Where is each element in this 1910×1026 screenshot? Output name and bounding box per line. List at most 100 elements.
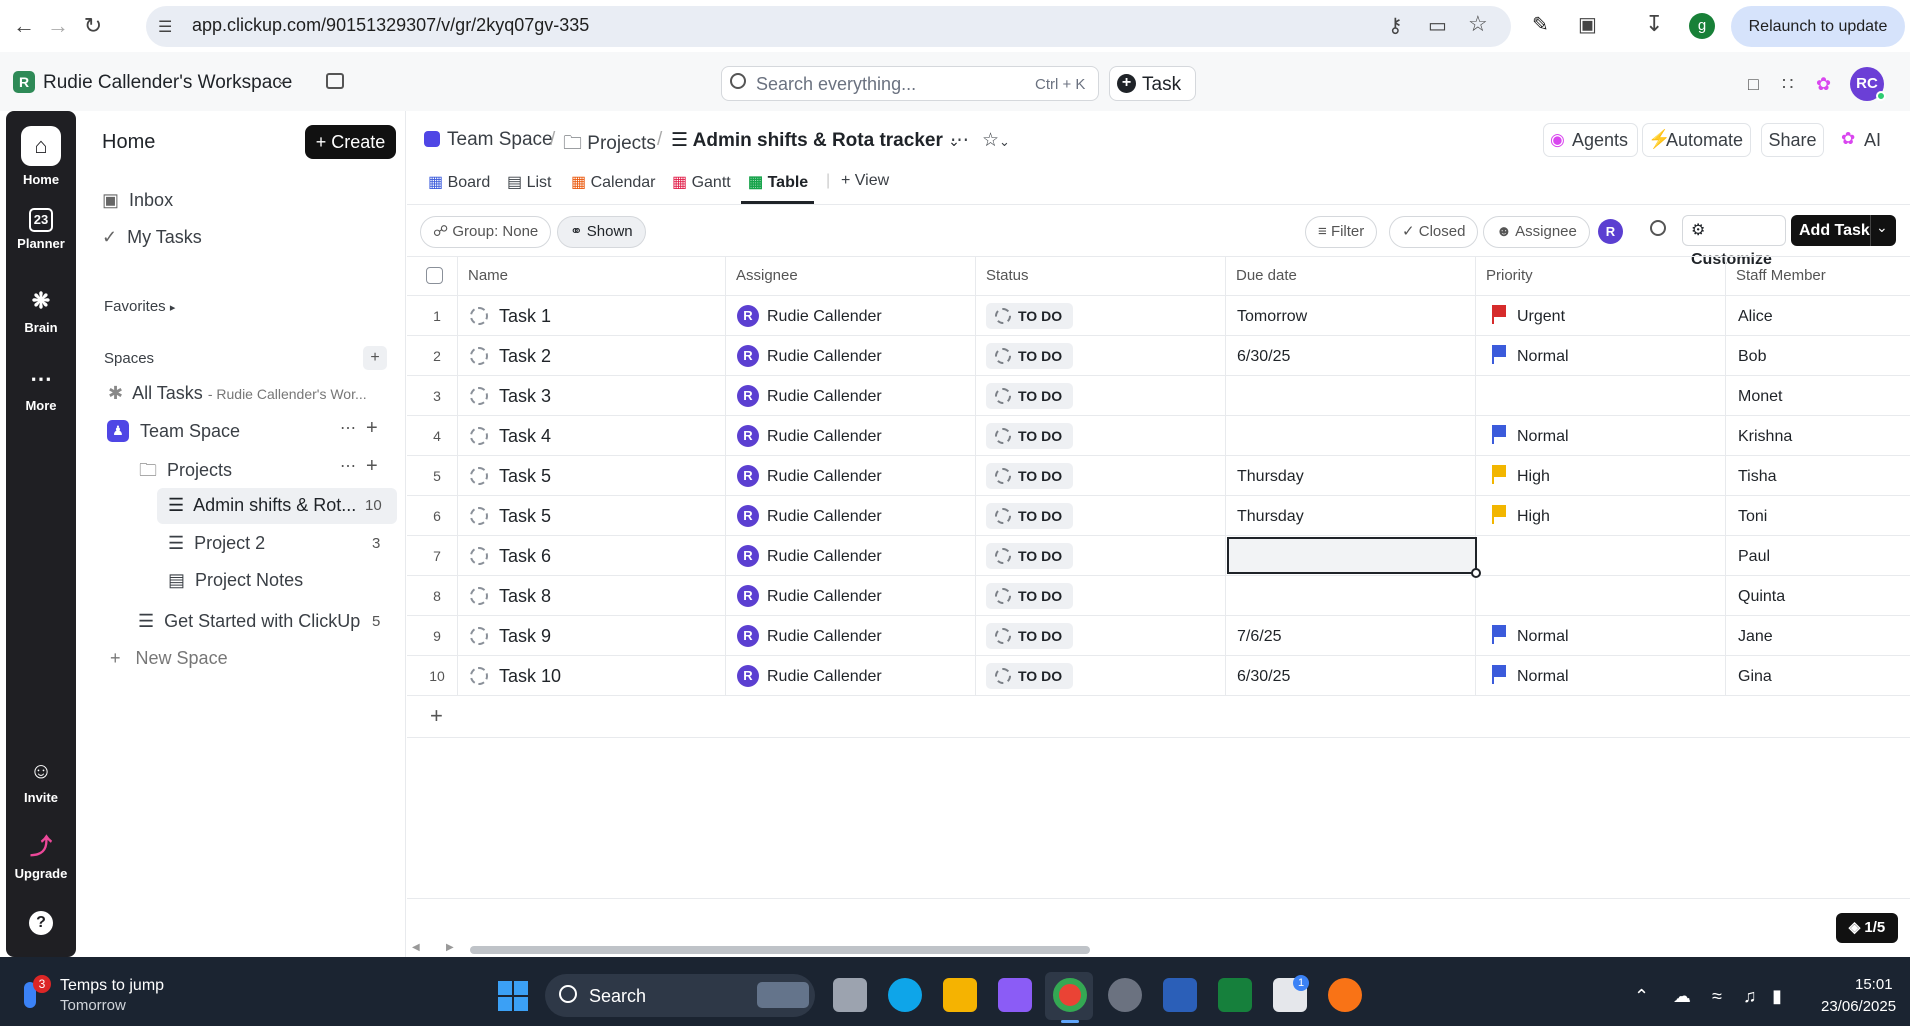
sidebar-item-projects[interactable]: 🗀 Projects: [139, 458, 232, 488]
task-status-icon[interactable]: [470, 307, 488, 325]
assignee-name[interactable]: Rudie Callender: [767, 388, 882, 406]
taskbar-search-label[interactable]: Search: [589, 986, 646, 1007]
column-header-priority[interactable]: Priority: [1486, 267, 1533, 284]
staff-member[interactable]: Krishna: [1738, 428, 1792, 446]
page-indicator[interactable]: ◈ 1/5: [1836, 913, 1898, 943]
assignee-name[interactable]: Rudie Callender: [767, 548, 882, 566]
assignee-name[interactable]: Rudie Callender: [767, 468, 882, 486]
search-icon[interactable]: [1650, 220, 1666, 236]
staff-member[interactable]: Bob: [1738, 348, 1766, 366]
task-name[interactable]: Task 6: [499, 546, 551, 567]
column-header-staff-member[interactable]: Staff Member: [1736, 267, 1826, 284]
assignee-avatar[interactable]: R: [737, 305, 759, 327]
reload-icon[interactable]: ↻: [79, 12, 107, 40]
ai-button[interactable]: AI: [1864, 130, 1881, 151]
assignee-name[interactable]: Rudie Callender: [767, 588, 882, 606]
clock-time[interactable]: 15:01: [1855, 976, 1893, 993]
task-status-icon[interactable]: [470, 667, 488, 685]
due-date[interactable]: 7/6/25: [1237, 628, 1281, 646]
assignee-name[interactable]: Rudie Callender: [767, 308, 882, 326]
ai-sparkle-icon[interactable]: ✿: [1816, 74, 1831, 95]
chevron-down-icon[interactable]: ⌄: [276, 72, 287, 88]
column-header-name[interactable]: Name: [468, 267, 508, 284]
tab-table[interactable]: ▦ Table: [748, 172, 808, 192]
task-status-icon[interactable]: [470, 627, 488, 645]
group-by-button[interactable]: ☍ Group: None: [420, 216, 552, 248]
rail-upgrade[interactable]: ⤴ Upgrade: [6, 832, 76, 881]
more-icon[interactable]: ⋯: [340, 456, 356, 476]
profile-avatar[interactable]: g: [1689, 13, 1715, 39]
edge-icon[interactable]: [888, 978, 922, 1012]
task-name[interactable]: Task 2: [499, 346, 551, 367]
due-date[interactable]: Thursday: [1237, 508, 1304, 526]
assignee-filter-button[interactable]: ☻ Assignee: [1483, 216, 1590, 248]
task-name[interactable]: Task 4: [499, 426, 551, 447]
sidebar-item-project-2[interactable]: ☰ Project 2: [168, 533, 265, 554]
column-header-status[interactable]: Status: [986, 267, 1029, 284]
select-all-checkbox[interactable]: [426, 267, 443, 284]
chevron-down-icon[interactable]: ⌄: [1876, 219, 1888, 236]
task-name[interactable]: Task 5: [499, 466, 551, 487]
assignee-avatar[interactable]: R: [737, 385, 759, 407]
tab-list[interactable]: ▤ List: [507, 172, 551, 192]
sidebar-item-new-space[interactable]: + New Space: [110, 648, 228, 669]
add-space-button[interactable]: +: [363, 346, 387, 370]
assignee-name[interactable]: Rudie Callender: [767, 628, 882, 646]
install-icon[interactable]: ▭: [1428, 13, 1447, 38]
assignee-avatar[interactable]: R: [737, 465, 759, 487]
tab-board[interactable]: ▦ Board: [428, 172, 490, 192]
assignee-avatar[interactable]: R: [737, 345, 759, 367]
breadcrumb-space[interactable]: Team Space: [447, 129, 553, 151]
task-view-icon[interactable]: [833, 978, 867, 1012]
tab-calendar[interactable]: ▦ Calendar: [571, 172, 656, 192]
task-name[interactable]: Task 9: [499, 626, 551, 647]
windows-start-icon[interactable]: [498, 981, 528, 1011]
more-icon[interactable]: ⋯: [340, 418, 356, 438]
task-status-icon[interactable]: [470, 547, 488, 565]
forward-icon[interactable]: →: [44, 12, 72, 40]
sidebar-item-team-space[interactable]: Team Space: [140, 421, 240, 442]
back-icon[interactable]: ←: [10, 12, 38, 40]
sidebar-item-get-started[interactable]: ☰ Get Started with ClickUp: [138, 611, 360, 632]
scroll-right-icon[interactable]: ▶: [446, 942, 454, 953]
column-header-due-date[interactable]: Due date: [1236, 267, 1297, 284]
copilot-icon[interactable]: [998, 978, 1032, 1012]
add-view-button[interactable]: + View: [841, 172, 889, 190]
column-header-assignee[interactable]: Assignee: [736, 267, 798, 284]
task-name[interactable]: Task 8: [499, 586, 551, 607]
apps-grid-icon[interactable]: ∷: [1782, 74, 1793, 95]
relaunch-button[interactable]: Relaunch to update: [1731, 6, 1905, 47]
new-task-label[interactable]: Task: [1142, 74, 1181, 96]
assignee-name[interactable]: Rudie Callender: [767, 428, 882, 446]
weather-subtitle[interactable]: Tomorrow: [60, 997, 126, 1014]
help-icon[interactable]: ?: [29, 911, 53, 935]
task-status-icon[interactable]: [470, 347, 488, 365]
assignee-avatar[interactable]: R: [737, 625, 759, 647]
staff-member[interactable]: Quinta: [1738, 588, 1785, 606]
extensions-icon[interactable]: ▣: [1578, 12, 1597, 37]
more-icon[interactable]: ⋯: [950, 129, 969, 152]
firefox-icon[interactable]: [1328, 978, 1362, 1012]
due-date[interactable]: 6/30/25: [1237, 348, 1290, 366]
create-button[interactable]: + Create: [305, 125, 396, 159]
fill-handle[interactable]: [1471, 568, 1481, 578]
task-name[interactable]: Task 10: [499, 666, 561, 687]
filter-button[interactable]: ≡ Filter: [1305, 216, 1378, 248]
assignee-avatar[interactable]: R: [737, 545, 759, 567]
cloud-icon[interactable]: ☁: [1673, 986, 1691, 1007]
share-button[interactable]: Share: [1761, 123, 1824, 157]
key-icon[interactable]: ⚷: [1388, 13, 1403, 38]
settings-icon[interactable]: [1108, 978, 1142, 1012]
priority-label[interactable]: High: [1517, 468, 1550, 486]
plus-icon[interactable]: +: [366, 417, 378, 440]
assignee-avatar[interactable]: R: [737, 585, 759, 607]
battery-icon[interactable]: ▮: [1772, 986, 1782, 1007]
volume-icon[interactable]: ♫: [1743, 986, 1757, 1007]
task-status-icon[interactable]: [470, 387, 488, 405]
assignee-name[interactable]: Rudie Callender: [767, 668, 882, 686]
priority-label[interactable]: Urgent: [1517, 308, 1565, 326]
record-icon[interactable]: □: [1748, 74, 1759, 95]
sidebar-favorites[interactable]: Favorites ▸: [104, 298, 175, 315]
priority-label[interactable]: High: [1517, 508, 1550, 526]
breadcrumb-folder[interactable]: 🗀 Projects: [563, 129, 656, 161]
